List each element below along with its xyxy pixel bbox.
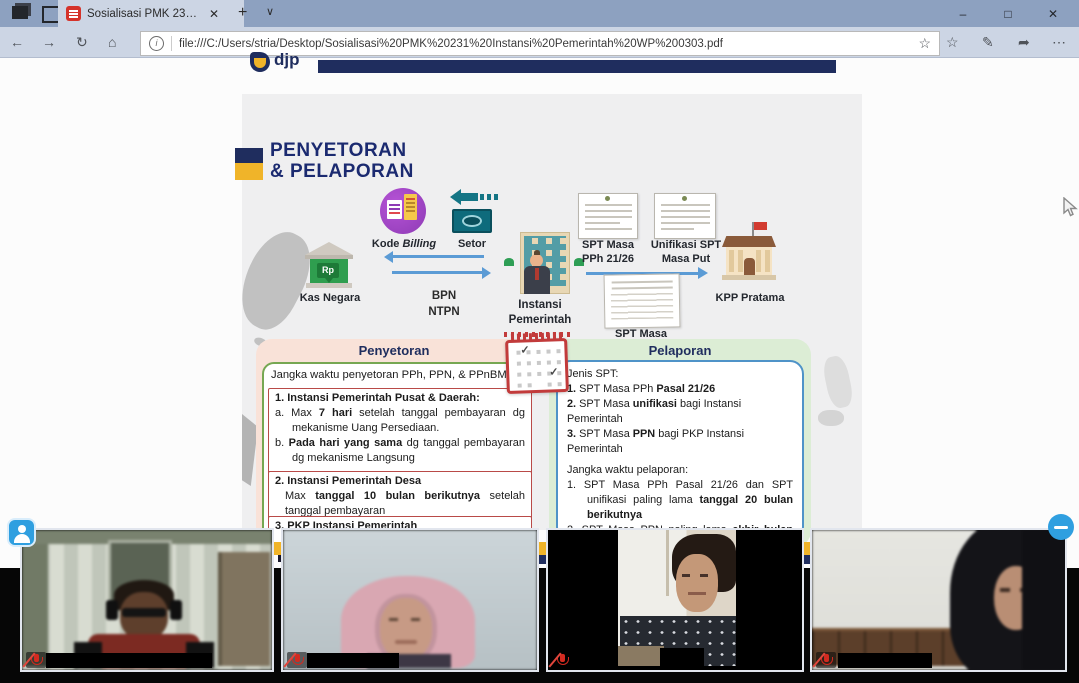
bpn-ntpn-label: BPN NTPN: [418, 288, 470, 320]
browser-toolbar: ← → ↻ ⌂ i file:///C:/Users/stria/Desktop…: [0, 27, 1079, 58]
title-flag-yellow: [235, 163, 263, 180]
slide-canvas: PENYETORAN & PELAPORAN Kode Billing Seto…: [242, 94, 862, 530]
penyetoran-item2: 2. Instansi Pemerintah Desa Max tanggal …: [268, 471, 532, 522]
unifikasi-label: Unifikasi SPT Masa Put: [642, 238, 730, 266]
jenis-spt-3: 3. SPT Masa PPN bagi PKP Instansi Pemeri…: [567, 427, 793, 457]
minimize-window-button[interactable]: –: [943, 0, 983, 27]
jenis-spt-1: 1. SPT Masa PPh Pasal 21/26: [567, 382, 793, 397]
home-button[interactable]: ⌂: [108, 33, 116, 51]
video-art: [812, 530, 1065, 670]
penyetoran-title: Penyetoran: [256, 343, 532, 358]
tab-title: Sosialisasi PMK 231 Inst: [87, 8, 203, 20]
ink-notes-icon[interactable]: ✎: [982, 33, 994, 51]
unifikasi-doc: [654, 193, 716, 239]
map-fragment: [821, 354, 855, 410]
mic-muted-icon: [26, 652, 46, 668]
pelaporan-title: Pelaporan: [549, 343, 811, 358]
instansi-pemerintah-label: Instansi Pemerintah: [494, 298, 586, 328]
pdf-viewer[interactable]: djp PENYETORAN & PELAPORAN: [0, 58, 1079, 570]
jangka-item-1: 1. SPT Masa PPh Pasal 21/26 dan SPT unif…: [567, 478, 793, 523]
participant-profile-button[interactable]: [7, 518, 36, 547]
screen: Sosialisasi PMK 231 Inst ✕ + ∨ – □ ✕ ← →…: [0, 0, 1079, 683]
share-icon[interactable]: ➦: [1018, 33, 1030, 51]
set-tabs-aside-icon[interactable]: [12, 6, 28, 19]
participant-name-redacted: [46, 653, 212, 668]
djp-logo: djp: [250, 50, 310, 76]
pelaporan-panel: Pelaporan Jenis SPT: 1. SPT Masa PPh Pas…: [549, 339, 811, 547]
video-art: [22, 530, 272, 670]
browser-titlebar: Sosialisasi PMK 231 Inst ✕ + ∨ – □ ✕: [0, 0, 1079, 27]
kas-negara-icon: Rp: [302, 242, 356, 292]
video-art: [548, 530, 802, 670]
spt-ppn-doc: [604, 273, 681, 328]
kpp-pratama-icon: [720, 222, 778, 284]
kpp-pratama-label: KPP Pratama: [712, 292, 788, 305]
divider: [171, 36, 172, 51]
calendar-icon: ✓ ✓: [505, 338, 569, 394]
title-flag-navy: [235, 148, 263, 163]
setor-label: Setor: [446, 238, 498, 251]
refresh-button[interactable]: ↻: [76, 33, 88, 51]
penyetoran-panel: Penyetoran Jangka waktu penyetoran PPh, …: [256, 339, 532, 552]
setor-icon: [448, 189, 496, 237]
penyetoran-intro: Jangka waktu penyetoran PPh, PPN, & PPnB…: [271, 368, 519, 383]
arrow-to-kpp-head: [698, 267, 708, 279]
video-art: [283, 530, 537, 670]
mouse-cursor: [1063, 197, 1078, 218]
more-menu-icon[interactable]: ⋯: [1052, 33, 1066, 51]
forward-button[interactable]: →: [42, 33, 56, 51]
mic-muted-icon: [816, 652, 836, 668]
kode-billing-label: Kode Billing: [360, 238, 448, 251]
add-favorite-icon[interactable]: ☆: [918, 35, 931, 52]
spt-pph-label: SPT Masa PPh 21/26: [566, 238, 650, 266]
slide-title: PENYETORAN & PELAPORAN: [270, 140, 510, 182]
arrow-right-head: [482, 267, 491, 279]
pelaporan-box: Jenis SPT: 1. SPT Masa PPh Pasal 21/26 2…: [556, 360, 804, 541]
tab-close-icon[interactable]: ✕: [209, 8, 219, 20]
kas-negara-label: Kas Negara: [294, 292, 366, 305]
mic-muted-icon: [552, 652, 572, 668]
webcam-tile-3[interactable]: [546, 528, 804, 672]
spt-pph-doc: [578, 193, 638, 239]
minus-icon: [1054, 526, 1068, 529]
pdf-favicon: [66, 6, 81, 21]
url-text[interactable]: file:///C:/Users/stria/Desktop/Sosialisa…: [179, 38, 918, 50]
mic-muted-icon: [287, 652, 307, 668]
browser-tab[interactable]: Sosialisasi PMK 231 Inst ✕: [58, 0, 244, 27]
calendar-check: ✓: [520, 343, 530, 356]
webcam-tile-4[interactable]: [810, 528, 1067, 672]
jenis-spt-label: Jenis SPT:: [567, 367, 793, 382]
jangka-pelaporan-label: Jangka waktu pelaporan:: [567, 463, 793, 478]
arrow-right: [392, 271, 484, 274]
new-tab-button[interactable]: +: [238, 5, 247, 21]
arrow-left: [392, 255, 484, 258]
webcam-tile-1[interactable]: [20, 528, 274, 672]
back-button[interactable]: ←: [10, 33, 24, 51]
penyetoran-item1: 1. Instansi Pemerintah Pusat & Daerah: a…: [268, 388, 532, 474]
jenis-spt-2: 2. SPT Masa unifikasi bagi Instansi Peme…: [567, 397, 793, 427]
penyetoran-box: Jangka waktu penyetoran PPh, PPN, & PPnB…: [262, 362, 526, 548]
arrow-left-head: [384, 251, 393, 263]
webcam-tile-2[interactable]: [281, 528, 539, 672]
kode-billing-icon: [380, 188, 426, 234]
calendar-check: ✓: [549, 365, 559, 378]
header-navy-bar: [318, 60, 836, 73]
participant-name-redacted: [838, 653, 932, 668]
page-info-icon[interactable]: i: [149, 36, 164, 51]
favorites-hub-icon[interactable]: ☆: [946, 33, 959, 51]
participant-name-redacted: [307, 653, 399, 668]
map-fragment: [818, 410, 844, 426]
hide-videos-button[interactable]: [1048, 514, 1074, 540]
maximize-window-button[interactable]: □: [988, 0, 1028, 27]
tab-dropdown-icon[interactable]: ∨: [266, 7, 274, 18]
close-window-button[interactable]: ✕: [1033, 0, 1073, 27]
